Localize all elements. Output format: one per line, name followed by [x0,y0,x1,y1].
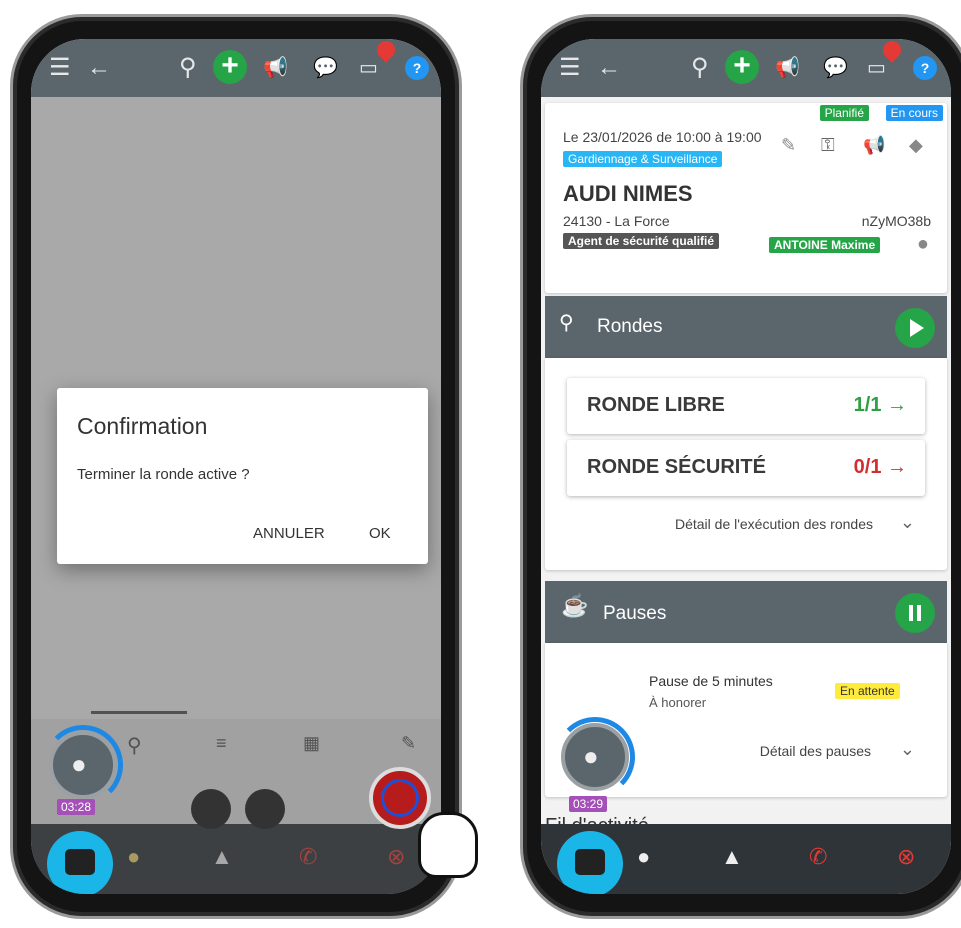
phone-icon[interactable]: ✆ [809,844,827,870]
status-ongoing-badge: En cours [885,105,943,121]
phone-left: ☰ ← ⚲ + 📢 💬 ▭ ? ⚲ ≡ ▦ ✎ ● ▲ ✆ ⊗ ● 03:28 [10,14,462,919]
help-icon[interactable]: ? [913,56,937,80]
route-icon: ⚲ [559,312,574,334]
stop-ronde-button[interactable] [369,767,431,829]
chat-icon[interactable]: 💬 [313,53,338,83]
play-button[interactable] [895,308,935,348]
ronde-count: 0/1 → [853,456,907,478]
pause-sub: À honorer [649,695,707,710]
message-plus-icon [575,849,605,875]
mission-card[interactable]: Planifié En cours Le 23/01/2026 de 10:00… [545,103,947,293]
devices-icon[interactable]: ▭ [867,53,886,83]
message-fab[interactable] [557,831,623,894]
pause-icon [909,605,913,621]
timer-badge: 03:28 [57,799,96,815]
mission-code: nZyMO38b [861,213,931,229]
ok-button[interactable]: OK [369,525,391,542]
site-name: AUDI NIMES [563,181,693,206]
message-plus-icon [65,849,95,875]
dialog-message: Terminer la ronde active ? [77,466,250,483]
screen-right: ☰ ← ⚲ + 📢 💬 ▭ ? Planifié En cours Le 23/… [541,39,951,894]
warning-icon[interactable]: ▲ [721,844,743,870]
pause-item: Pause de 5 minutes [649,673,773,689]
rondes-detail-link[interactable]: Détail de l'exécution des rondes [675,516,873,532]
pause-status-badge: En attente [835,683,900,699]
megaphone-icon[interactable]: 📢 [863,135,885,156]
user-shield-icon: ● [916,233,929,255]
phone-right: ☰ ← ⚲ + 📢 💬 ▭ ? Planifié En cours Le 23/… [520,14,961,919]
pauses-detail-link[interactable]: Détail des pauses [760,743,871,759]
sos-icon[interactable]: ⊗ [897,844,915,870]
confirmation-dialog: Confirmation Terminer la ronde active ? … [57,388,428,564]
chat-bubble-button[interactable] [191,789,231,829]
chat-icon[interactable]: 💬 [823,53,848,83]
pauses-title: Pauses [603,603,667,624]
message-fab[interactable] [47,831,113,894]
back-arrow-icon[interactable]: ← [597,53,621,83]
agent-badge: ANTOINE Maxime [769,237,881,253]
dialog-title: Confirmation [77,413,208,439]
user-shield-icon: ● [71,749,87,779]
key-icon[interactable]: ⚿ [821,135,835,156]
pauses-header: ☕ Pauses [545,581,947,643]
coffee-icon: ☕ [561,593,589,618]
category-badge: Gardiennage & Surveillance [563,151,723,167]
user-shield-icon: ● [583,741,599,771]
ronde-item-securite[interactable]: RONDE SÉCURITÉ 0/1 → [567,440,925,496]
back-arrow-icon[interactable]: ← [87,53,111,83]
timer-badge: 03:29 [569,796,608,812]
chevron-down-icon[interactable]: ⌄ [900,739,915,760]
rondes-header: ⚲ Rondes [545,296,947,358]
qualification-badge: Agent de sécurité qualifié [563,233,720,249]
chevron-down-icon[interactable]: ⌄ [900,512,915,533]
screen-left: ☰ ← ⚲ + 📢 💬 ▭ ? ⚲ ≡ ▦ ✎ ● ▲ ✆ ⊗ ● 03:28 [31,39,441,894]
status-planned-badge: Planifié [819,105,869,121]
add-button[interactable]: + [213,50,247,84]
pointer-hand-icon [418,812,478,878]
top-bar: ☰ ← ⚲ + 📢 💬 ▭ ? [541,39,951,97]
ronde-item-libre[interactable]: RONDE LIBRE 1/1 → [567,378,925,434]
pen-icon[interactable]: ✎ [781,135,796,156]
ronde-name: RONDE SÉCURITÉ [587,456,766,478]
pause-button[interactable] [895,593,935,633]
ronde-count: 1/1 → [853,394,907,416]
mission-schedule: Le 23/01/2026 de 10:00 à 19:00 [563,129,762,145]
megaphone-icon[interactable]: 📢 [775,53,800,83]
devices-icon[interactable]: ▭ [359,53,378,83]
rondes-title: Rondes [597,316,663,337]
lightbulb-icon[interactable]: ● [637,844,650,870]
rondes-body: RONDE LIBRE 1/1 → RONDE SÉCURITÉ 0/1 → D… [545,358,947,570]
ronde-name: RONDE LIBRE [587,394,725,416]
search-icon[interactable]: ⚲ [179,53,197,83]
direction-icon[interactable]: ◆ [909,135,923,156]
add-button[interactable]: + [725,50,759,84]
site-location: 24130 - La Force [563,213,670,229]
pause-icon-bar [917,605,921,621]
agent-avatar[interactable]: ● [49,731,117,799]
search-icon[interactable]: ⚲ [691,53,709,83]
menu-icon[interactable]: ☰ [49,53,71,83]
stop-ring [381,779,419,817]
location-button[interactable] [245,789,285,829]
help-icon[interactable]: ? [405,56,429,80]
agent-avatar[interactable]: ● [561,723,629,791]
megaphone-icon[interactable]: 📢 [263,53,288,83]
cancel-button[interactable]: ANNULER [253,525,325,542]
play-icon [910,319,924,337]
menu-icon[interactable]: ☰ [559,53,581,83]
top-bar: ☰ ← ⚲ + 📢 💬 ▭ ? [31,39,441,97]
